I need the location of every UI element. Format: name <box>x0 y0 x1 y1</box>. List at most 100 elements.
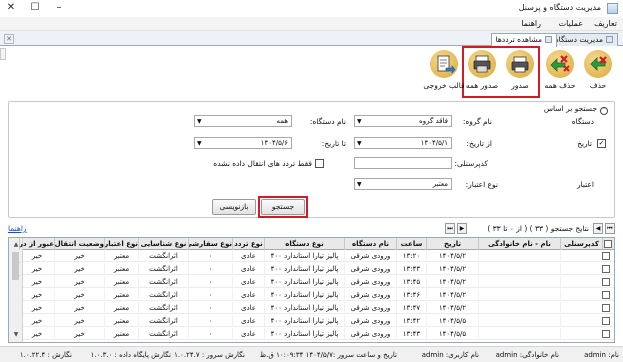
chevron-down-icon: ▼ <box>357 181 362 188</box>
row-checkbox[interactable] <box>602 291 610 299</box>
search-panel-header[interactable]: ˄جستجو بر اساس <box>544 104 608 115</box>
table-cell: عادی <box>232 250 264 262</box>
table-cell: خیر <box>54 328 104 340</box>
minimize-window-button[interactable]: – <box>48 1 70 15</box>
column-header[interactable]: نوع اعتبار <box>104 238 138 250</box>
grid-header: کدپرسنلی نام - نام خانوادگی تاریخ ساعت نام د… <box>19 238 614 250</box>
table-cell: معتبر <box>104 289 138 301</box>
guide-link[interactable]: راهنما <box>8 224 27 233</box>
table-row[interactable]: ۱۴۰۴/۵/۵ ۱۳:۴۳ ورودی شرقی پالیز تیارا استان… <box>19 328 614 340</box>
collapse-toggle-icon[interactable]: ˄ <box>600 107 608 115</box>
table-cell: ورودی شرقی <box>344 302 396 314</box>
table-cell <box>478 315 560 327</box>
maximize-window-button[interactable]: ☐ <box>24 1 46 15</box>
close-window-button[interactable]: ✕ <box>0 1 22 15</box>
column-header[interactable]: نام دستگاه <box>344 238 396 250</box>
reset-button[interactable]: بازنویسی <box>212 199 256 215</box>
table-row[interactable]: ۱۴۰۴/۵/۲ ۱۳:۴۳ ورودی شرقی پالیز تیارا استان… <box>19 263 614 275</box>
group-select[interactable]: فاقد گروه ▼ <box>354 115 452 127</box>
table-cell <box>478 328 560 340</box>
table-cell: خیر <box>54 263 104 275</box>
table-cell: اثرانگشت <box>138 276 188 288</box>
output-template-button[interactable]: قالب خروجی <box>423 48 465 96</box>
table-cell: پالیز تیارا استاندارد ۴۰۰ <box>264 263 344 275</box>
table-cell: خیر <box>54 302 104 314</box>
table-cell: ۰ <box>188 276 232 288</box>
table-row[interactable]: ۱۴۰۴/۵/۲ ۱۳:۲۰ ورودی شرقی پالیز تیارا استان… <box>19 250 614 262</box>
table-cell: خیر <box>19 328 54 340</box>
column-header[interactable]: نوع دستگاه <box>264 238 344 250</box>
status-username: نام کاربری: admin <box>421 351 479 359</box>
menu-item-definitions[interactable]: تعاریف <box>594 19 617 28</box>
tab-view-traffic[interactable]: مشاهده ترددها <box>490 33 557 47</box>
status-version: نگارش : ۱.۰.۲۲.۴ <box>19 351 72 359</box>
table-cell <box>478 289 560 301</box>
side-panel-handle[interactable] <box>0 48 6 60</box>
nav-first-button[interactable]: ⏮ <box>605 223 615 234</box>
table-cell: عادی <box>232 328 264 340</box>
row-checkbox[interactable] <box>602 304 610 312</box>
results-grid: ▲ ▼ کدپرسنلی نام - نام خانوادگی تاریخ ساعت ن… <box>8 237 615 343</box>
row-checkbox[interactable] <box>602 265 610 273</box>
table-cell: ۰ <box>188 263 232 275</box>
table-cell: خیر <box>19 289 54 301</box>
delete-all-button[interactable]: حذف همه <box>542 48 578 96</box>
nav-next-button[interactable]: ▶ <box>457 223 467 234</box>
column-header[interactable]: ساعت <box>396 238 426 250</box>
status-server-datetime: تاریخ و ساعت سرور :۱۴۰۴/۵/۷ ۱۰:۰۹:۳۴ ق.ظ <box>259 351 397 359</box>
column-header[interactable]: کدپرسنلی <box>560 238 602 250</box>
column-header[interactable]: عبور از در <box>19 238 54 250</box>
table-cell: ورودی شرقی <box>344 250 396 262</box>
row-checkbox[interactable] <box>602 252 610 260</box>
menu-bar: تعاریف عملیات راهنما <box>0 17 623 31</box>
table-cell: خیر <box>54 276 104 288</box>
device-name-select[interactable]: همه ▼ <box>194 115 292 127</box>
column-header[interactable]: نام - نام خانوادگی <box>478 238 560 250</box>
row-checkbox[interactable] <box>602 330 610 338</box>
group-label: نام گروه: <box>462 117 492 126</box>
menu-item-operations[interactable]: عملیات <box>559 19 583 28</box>
from-date-field[interactable]: ۱۴۰۴/۵/۱ ▼ <box>354 137 452 149</box>
search-button[interactable]: جستجو <box>261 199 305 215</box>
column-header[interactable]: نوع شناسایی <box>138 238 188 250</box>
validity-type-label: نوع اعتبار: <box>465 180 498 189</box>
validity-type-select[interactable]: معتبر ▼ <box>354 178 452 190</box>
table-row[interactable]: ۱۴۰۴/۵/۲ ۱۳:۴۷ ورودی شرقی پالیز تیارا استان… <box>19 302 614 314</box>
column-header[interactable]: تاریخ <box>426 238 478 250</box>
table-cell: عادی <box>232 302 264 314</box>
tab-device-management[interactable]: مدیریت دستگاه <box>549 33 618 46</box>
window-title: مدیریت دستگاه و پرسنل <box>518 3 601 12</box>
row-checkbox[interactable] <box>602 317 610 325</box>
header-select-all-checkbox[interactable] <box>602 238 614 250</box>
table-cell: خیر <box>54 250 104 262</box>
close-tab-icon[interactable]: ✕ <box>4 34 14 44</box>
device-name-select-value: همه <box>276 117 289 125</box>
row-checkbox[interactable] <box>602 278 610 286</box>
menu-item-help[interactable]: راهنما <box>521 19 541 28</box>
column-header[interactable]: وضعیت انتقال داده <box>54 238 104 250</box>
table-cell: ۱۳:۴۶ <box>396 289 426 301</box>
column-header[interactable]: نوع تردد <box>232 238 264 250</box>
nav-last-button[interactable]: ⏭ <box>445 223 455 234</box>
validity-label: اعتبار <box>577 180 594 189</box>
table-row[interactable]: ۱۴۰۴/۵/۲ ۱۳:۴۶ ورودی شرقی پالیز تیارا استان… <box>19 289 614 301</box>
tab-strip: مدیریت دستگاه مشاهده ترددها <box>0 31 623 47</box>
table-row[interactable]: ۱۴۰۴/۵/۵ ۱۳:۴۲ ورودی شرقی پالیز تیارا استان… <box>19 315 614 327</box>
title-bar: مدیریت دستگاه و پرسنل ✕ ☐ – <box>0 0 623 17</box>
nav-prev-button[interactable]: ◀ <box>593 223 603 234</box>
personnel-code-input[interactable] <box>354 157 452 169</box>
table-cell: ورودی شرقی <box>344 276 396 288</box>
to-date-field[interactable]: ۱۴۰۴/۵/۶ ▼ <box>194 137 292 149</box>
table-cell: خیر <box>19 263 54 275</box>
table-cell <box>560 250 602 262</box>
date-checkbox[interactable]: ✓ <box>597 139 606 148</box>
results-nav-row: ⏮ ◀ نتایج جستجو ( ۳۳ ) ( از ۰ تا ۳۳ ) ▶ … <box>8 223 615 235</box>
column-header[interactable]: نوع سفارشی <box>188 238 232 250</box>
table-row[interactable]: ۱۴۰۴/۵/۲ ۱۳:۴۵ ورودی شرقی پالیز تیارا استان… <box>19 276 614 288</box>
select-all-checkbox[interactable] <box>604 240 612 248</box>
results-summary: نتایج جستجو ( ۳۳ ) ( از ۰ تا ۳۳ ) <box>487 224 589 233</box>
device-management-tab-icon <box>606 36 613 43</box>
only-unsynced-checkbox[interactable] <box>315 159 324 168</box>
table-cell: خیر <box>19 250 54 262</box>
search-panel: ˄جستجو بر اساس دستگاه نام گروه: فاقد گرو… <box>8 101 615 218</box>
